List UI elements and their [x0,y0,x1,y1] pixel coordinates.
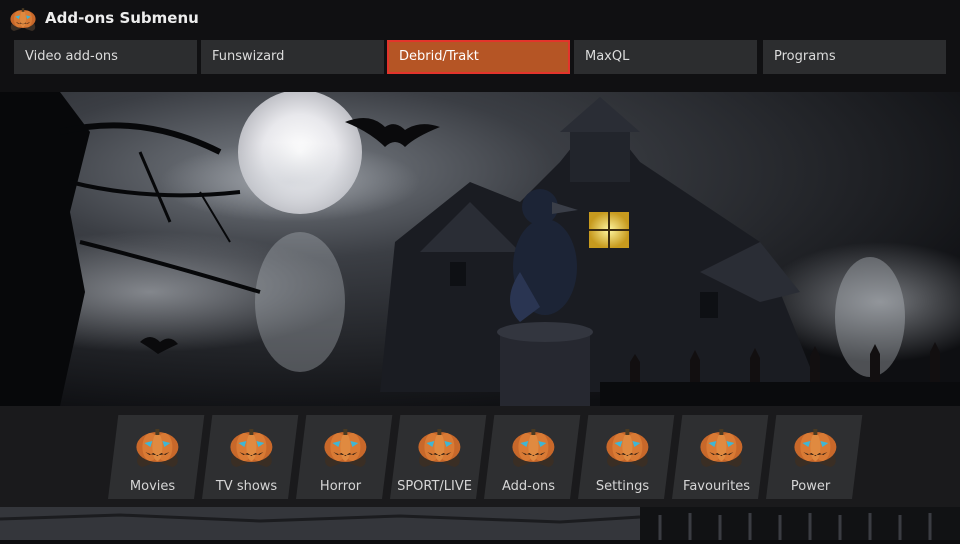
pumpkin-icon [602,425,652,469]
menu-tile-label: SPORT/LIVE [397,479,472,494]
submenu-item-programs[interactable]: Programs [763,40,946,74]
menu-tile-label: TV shows [215,479,278,494]
header-bar: Add-ons Submenu Video add-ons Funswizard… [0,0,960,92]
menu-tile-tv-shows[interactable]: TV shows [202,415,299,499]
menu-tile-label: Add-ons [501,479,556,494]
submenu-item-video-addons[interactable]: Video add-ons [14,40,197,74]
menu-tile-label: Favourites [683,479,751,494]
page-title: Add-ons Submenu [45,9,199,27]
submenu-item-maxql[interactable]: MaxQL [574,40,757,74]
pumpkin-icon [8,4,38,34]
pumpkin-icon [790,425,840,469]
main-menu-bar: Movies TV shows Horror SPORT/LIVE Add-on… [0,406,960,507]
pumpkin-icon [414,425,464,469]
menu-tile-label: Settings [595,479,650,494]
menu-tile-horror[interactable]: Horror [296,415,393,499]
menu-tile-settings[interactable]: Settings [578,415,675,499]
menu-tile-movies[interactable]: Movies [108,415,205,499]
menu-tile-favourites[interactable]: Favourites [672,415,769,499]
background-scene [0,92,960,406]
menu-tile-label: Power [790,479,831,494]
submenu-bar: Video add-ons Funswizard Debrid/Trakt Ma… [14,40,946,74]
submenu-item-debrid-trakt[interactable]: Debrid/Trakt [387,40,570,74]
menu-tile-label: Horror [319,479,362,494]
pumpkin-icon [132,425,182,469]
menu-tile-power[interactable]: Power [766,415,863,499]
pumpkin-icon [226,425,276,469]
pumpkin-icon [508,425,558,469]
menu-tile-sport-live[interactable]: SPORT/LIVE [390,415,487,499]
pumpkin-icon [696,425,746,469]
menu-tile-add-ons[interactable]: Add-ons [484,415,581,499]
submenu-item-funswizard[interactable]: Funswizard [201,40,384,74]
pumpkin-icon [320,425,370,469]
background-scene-lower [0,507,960,540]
menu-tile-label: Movies [129,479,176,494]
